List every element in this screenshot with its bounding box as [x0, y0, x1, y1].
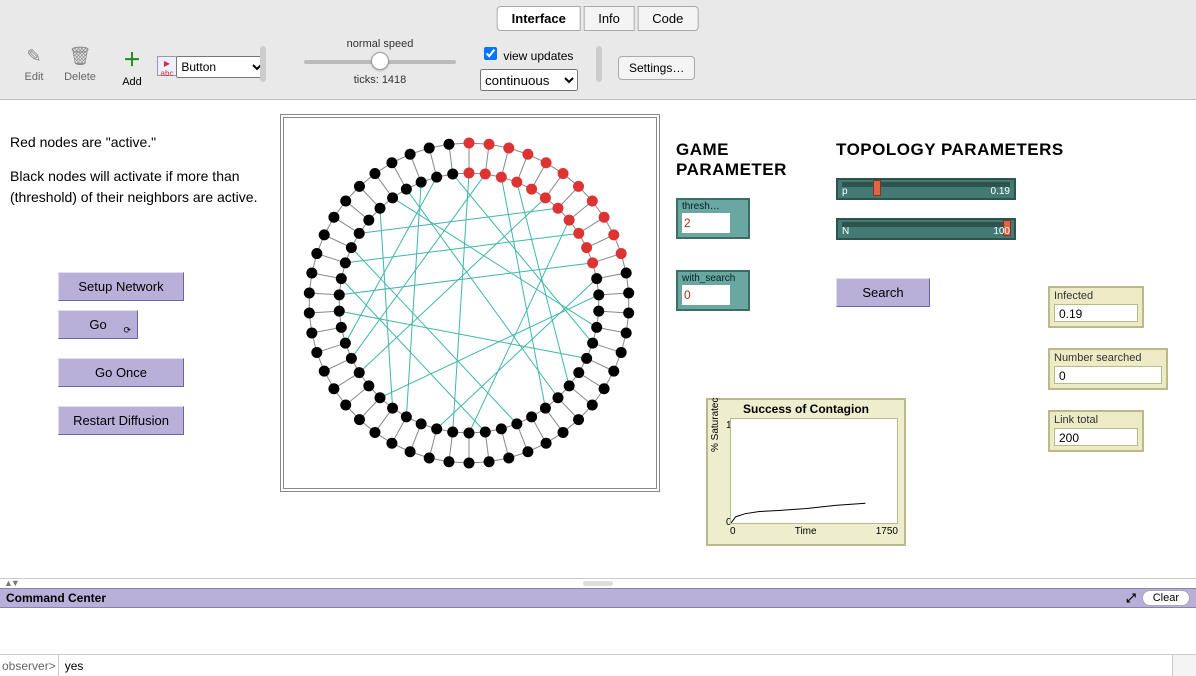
infected-value: 0.19: [1054, 304, 1138, 322]
p-slider-name: p: [842, 186, 848, 197]
p-slider[interactable]: p 0.19: [836, 178, 1016, 200]
restart-diffusion-button[interactable]: Restart Diffusion: [58, 406, 184, 435]
plot-ylabel: % Saturatec: [710, 398, 721, 452]
link-total-label: Link total: [1050, 412, 1142, 428]
separator: [596, 46, 602, 82]
splitter-grip-icon: [583, 581, 613, 586]
command-center-output: [0, 608, 1196, 654]
success-plot: Success of Contagion % Saturatec 1 0 0 T…: [706, 398, 906, 546]
threshold-input[interactable]: [682, 213, 730, 233]
topology-parameters-header: TOPOLOGY PARAMETERS: [836, 140, 1064, 160]
tool-add[interactable]: ＋ Add: [110, 46, 154, 88]
separator: [260, 46, 266, 82]
tool-edit-label: Edit: [25, 71, 44, 83]
tool-edit[interactable]: ✎ Edit: [12, 46, 56, 83]
with-search-input-box: with_search: [676, 270, 750, 311]
link-total-monitor: Link total 200: [1048, 410, 1144, 452]
clear-button[interactable]: Clear: [1142, 590, 1190, 606]
n-slider-name: N: [842, 226, 849, 237]
trash-icon: 🗑: [58, 46, 102, 67]
pencil-icon: ✎: [12, 46, 56, 67]
splitter-arrows-icon: ▲▼: [4, 578, 18, 588]
loop-icon: ⟳: [123, 325, 131, 336]
threshold-input-box: thresh…: [676, 198, 750, 239]
n-slider-value: 100: [993, 226, 1010, 237]
number-searched-monitor: Number searched 0: [1048, 348, 1168, 390]
threshold-label: thresh…: [678, 200, 748, 213]
tab-info[interactable]: Info: [583, 6, 635, 31]
update-mode-dropdown[interactable]: continuous: [480, 69, 578, 91]
command-center-title: Command Center: [6, 591, 106, 605]
p-slider-value: 0.19: [991, 186, 1010, 197]
expand-icon[interactable]: ⤢: [1126, 591, 1136, 606]
main-tabs: Interface Info Code: [498, 6, 699, 31]
button-widget-icon: ▶abc: [157, 56, 177, 76]
number-searched-label: Number searched: [1050, 350, 1166, 366]
n-slider[interactable]: N 100: [836, 218, 1016, 240]
command-center-header: Command Center ⤢ Clear: [0, 588, 1196, 608]
speed-slider-knob[interactable]: [371, 52, 389, 70]
number-searched-value: 0: [1054, 366, 1162, 384]
plot-xmax: 1750: [876, 526, 898, 537]
settings-button[interactable]: Settings…: [618, 56, 695, 80]
widget-type-dropdown[interactable]: Button: [176, 56, 266, 78]
view-updates-label: view updates: [503, 49, 573, 63]
network-graph: [284, 118, 654, 488]
p-slider-knob[interactable]: [873, 180, 881, 196]
tool-add-label: Add: [122, 76, 142, 88]
view-updates-input[interactable]: [484, 47, 497, 60]
widget-type-selector[interactable]: ▶abc Button: [157, 56, 266, 78]
tab-code[interactable]: Code: [637, 6, 698, 31]
game-parameter-header: GAME PARAMETER: [676, 140, 816, 180]
plot-svg: [731, 419, 897, 523]
plot-xaxis: 0 Time 1750: [708, 526, 904, 539]
speed-control: normal speed ticks: 1418: [300, 38, 460, 86]
speed-slider[interactable]: [304, 60, 456, 64]
plus-icon: ＋: [110, 46, 154, 72]
tab-interface[interactable]: Interface: [497, 6, 581, 31]
with-search-label: with_search: [678, 272, 748, 285]
go-once-button[interactable]: Go Once: [58, 358, 184, 387]
speed-label: normal speed: [300, 38, 460, 50]
search-button[interactable]: Search: [836, 278, 930, 307]
link-total-value: 200: [1054, 428, 1138, 446]
tool-delete[interactable]: 🗑 Delete: [58, 46, 102, 83]
go-button-label: Go: [89, 317, 106, 332]
interface-canvas: Red nodes are "active." Black nodes will…: [0, 100, 1196, 578]
go-button[interactable]: Go ⟳: [58, 310, 138, 339]
description-line: Black nodes will activate if more than (…: [10, 166, 260, 207]
infected-label: Infected: [1050, 288, 1142, 304]
description-note: Red nodes are "active." Black nodes will…: [10, 118, 260, 221]
plot-title: Success of Contagion: [708, 400, 904, 418]
view-updates-block: view updates continuous: [480, 44, 578, 91]
plot-xlabel: Time: [795, 526, 817, 537]
view-updates-checkbox[interactable]: view updates: [480, 49, 573, 63]
plot-body: [730, 418, 898, 524]
with-search-input[interactable]: [682, 285, 730, 305]
command-center-input-row: observer>: [0, 654, 1196, 676]
infected-monitor: Infected 0.19: [1048, 286, 1144, 328]
setup-network-button[interactable]: Setup Network: [58, 272, 184, 301]
description-line: Red nodes are "active.": [10, 132, 260, 152]
ticks-counter: ticks: 1418: [300, 74, 460, 86]
toolbar: Interface Info Code ✎ Edit 🗑 Delete ＋ Ad…: [0, 0, 1196, 100]
tool-delete-label: Delete: [64, 71, 96, 83]
command-center-splitter[interactable]: ▲▼: [0, 578, 1196, 588]
world-view: [280, 114, 660, 492]
